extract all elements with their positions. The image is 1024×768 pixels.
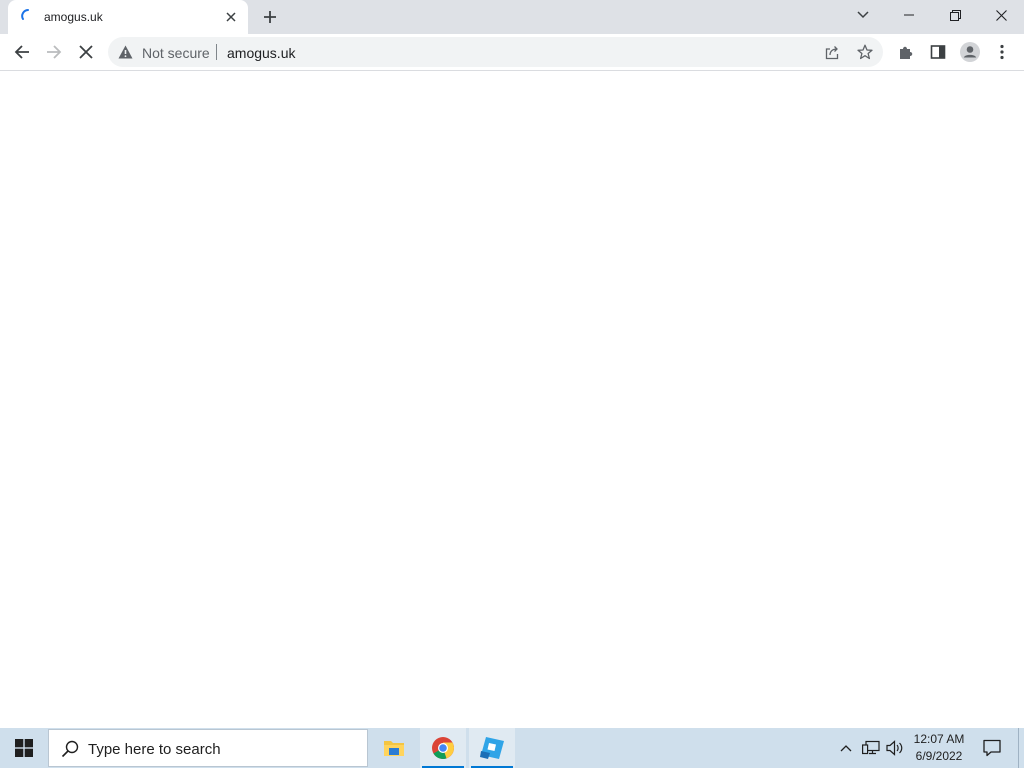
omnibox-divider — [216, 44, 217, 60]
notifications-icon[interactable] — [976, 728, 1008, 768]
show-desktop-button[interactable] — [1018, 728, 1024, 768]
stop-loading-button[interactable] — [72, 38, 100, 66]
loading-spinner-icon — [20, 8, 36, 24]
profile-avatar-icon[interactable] — [956, 38, 984, 66]
show-hidden-icons-chevron-icon[interactable] — [836, 728, 856, 768]
search-icon — [61, 740, 79, 758]
volume-icon[interactable] — [884, 728, 906, 768]
kebab-menu-icon[interactable] — [988, 38, 1016, 66]
minimize-button[interactable] — [886, 0, 932, 30]
clock-time: 12:07 AM — [913, 732, 965, 746]
back-button[interactable] — [8, 38, 36, 66]
bookmark-star-icon[interactable] — [853, 40, 877, 64]
tab-close-icon[interactable] — [222, 8, 240, 26]
restore-button[interactable] — [932, 0, 978, 30]
system-clock[interactable]: 12:07 AM 6/9/2022 — [908, 731, 970, 765]
tab-title: amogus.uk — [44, 10, 103, 24]
browser-toolbar: Not secure amogus.uk — [0, 34, 1024, 71]
taskbar-search-box[interactable]: Type here to search — [48, 729, 368, 767]
forward-button[interactable] — [40, 38, 68, 66]
window-close-button[interactable] — [978, 0, 1024, 30]
clock-date: 6/9/2022 — [915, 749, 963, 763]
warning-icon[interactable] — [118, 45, 133, 59]
taskbar: Type here to search 12:07 AM 6/9/2022 — [0, 728, 1024, 768]
tab-search-chevron-icon[interactable] — [840, 0, 886, 30]
extensions-puzzle-icon[interactable] — [892, 38, 920, 66]
browser-tab[interactable]: amogus.uk — [8, 0, 248, 34]
url-text[interactable]: amogus.uk — [227, 45, 295, 61]
windows-start-icon[interactable] — [0, 728, 48, 768]
roblox-studio-icon[interactable] — [469, 728, 515, 768]
network-icon[interactable] — [860, 728, 882, 768]
side-panel-icon[interactable] — [924, 38, 952, 66]
security-status-label[interactable]: Not secure — [142, 45, 210, 61]
tab-strip: amogus.uk — [0, 0, 1024, 34]
web-page-viewport[interactable] — [0, 71, 1024, 728]
chrome-taskbar-icon[interactable] — [420, 728, 466, 768]
search-placeholder: Type here to search — [88, 741, 221, 758]
new-tab-button[interactable] — [258, 6, 282, 28]
address-bar[interactable]: Not secure amogus.uk — [108, 37, 883, 67]
file-explorer-icon[interactable] — [371, 728, 417, 768]
share-icon[interactable] — [820, 40, 844, 64]
